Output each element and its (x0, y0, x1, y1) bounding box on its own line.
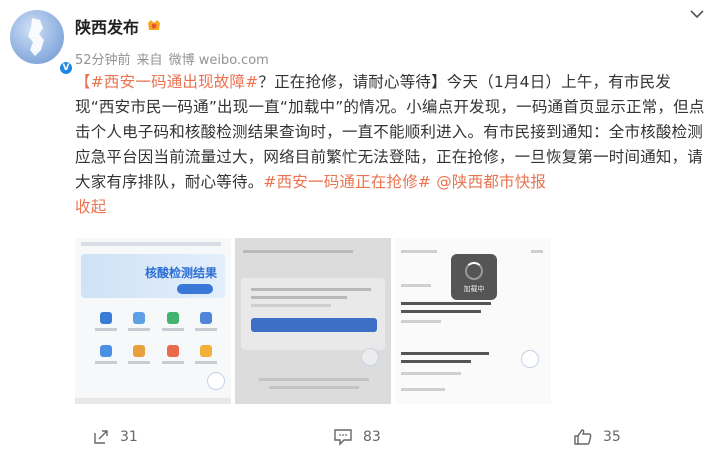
share-count: 31 (120, 429, 138, 445)
verified-badge-icon: V (58, 60, 74, 76)
thumbs-up-icon (574, 429, 592, 445)
action-bar: 31 83 35 (0, 428, 713, 450)
query-button (251, 318, 377, 332)
hashtag-link[interactable]: 【#西安一码通出现故障# (75, 73, 258, 91)
mention-link[interactable]: @陕西都市快报 (436, 173, 546, 191)
loading-spinner-icon (465, 262, 483, 280)
banner: 核酸检测结果 (81, 254, 225, 298)
banner-text: 核酸检测结果 (145, 266, 218, 280)
comment-count: 83 (363, 429, 381, 445)
post-time[interactable]: 52分钟前 (75, 49, 131, 68)
collapse-link[interactable]: 收起 (75, 198, 106, 216)
hashtag-link[interactable]: #西安一码通正在抢修# (263, 173, 431, 191)
author-avatar[interactable]: V (10, 10, 74, 76)
source-prefix: 来自 (136, 53, 163, 68)
post-content: 【#西安一码通出现故障#？正在抢修，请耐心等待】今天（1月4日）上午，有市民发现… (75, 70, 707, 220)
like-count: 35 (603, 429, 621, 445)
float-button-icon (207, 372, 225, 390)
post-image[interactable] (235, 238, 391, 404)
vip-badge-icon[interactable] (145, 18, 163, 34)
loading-text: 加载中 (463, 285, 485, 293)
chevron-down-icon[interactable] (688, 6, 706, 22)
author-name[interactable]: 陕西发布 (75, 14, 139, 38)
post-image[interactable]: 核酸检测结果 (75, 238, 231, 404)
loading-overlay: 加载中 (451, 254, 497, 300)
share-icon (94, 430, 108, 444)
share-button[interactable]: 31 (92, 428, 138, 446)
comment-icon (334, 429, 352, 446)
post-image[interactable]: 加载中 (395, 238, 551, 404)
post-meta: 52分钟前 来自 微博 weibo.com (75, 49, 269, 68)
image-gallery: 核酸检测结果 加载中 (75, 238, 551, 404)
like-button[interactable]: 35 (573, 428, 621, 446)
comment-button[interactable]: 83 (333, 428, 381, 446)
post-source: 微博 weibo.com (168, 53, 269, 68)
shaanxi-map-logo (28, 18, 44, 56)
float-button-icon (521, 350, 539, 368)
float-button-icon (361, 348, 379, 366)
